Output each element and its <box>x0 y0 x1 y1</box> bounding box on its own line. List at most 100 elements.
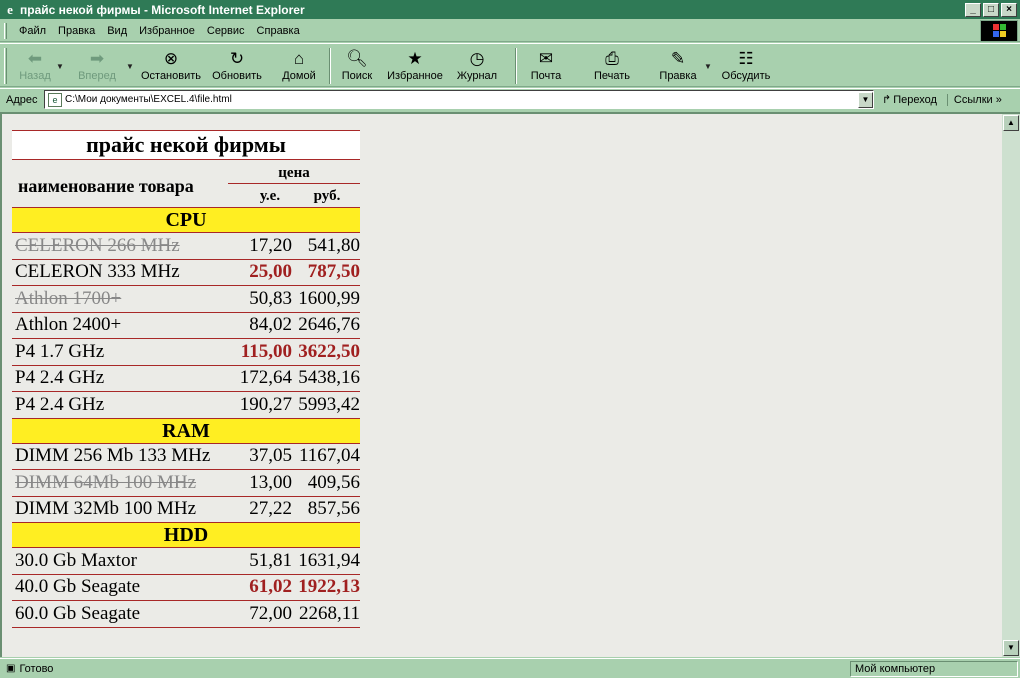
price-rub: 3622,50 <box>298 340 360 362</box>
discuss-button[interactable]: ☷ Обсудить <box>719 44 773 84</box>
back-button[interactable]: ⬅ Назад <box>15 44 55 84</box>
menu-tools[interactable]: Сервис <box>201 23 251 39</box>
product-name: DIMM 64Mb 100 MHz <box>15 471 197 493</box>
product-name: DIMM 32Mb 100 MHz <box>15 498 197 519</box>
standard-toolbar: ⬅ Назад ▼ ➡ Вперед ▼ ⊗ Остановить ↻ Обно… <box>0 43 1020 87</box>
scroll-up-button[interactable]: ▲ <box>1003 115 1019 131</box>
table-row: DIMM 32Mb 100 MHz 27,22 857,56 <box>12 497 360 523</box>
maximize-button[interactable]: □ <box>983 2 999 17</box>
close-button[interactable]: × <box>1001 2 1017 17</box>
stop-icon: ⊗ <box>163 49 179 68</box>
product-name: P4 1.7 GHz <box>15 340 105 362</box>
history-button[interactable]: ◷ Журнал <box>455 44 499 84</box>
home-button[interactable]: ⌂ Домой <box>275 44 323 84</box>
price-rub: 857,56 <box>307 498 360 519</box>
table-row: P4 1.7 GHz 115,00 3622,50 <box>12 339 360 366</box>
toolbar-separator <box>329 48 331 84</box>
links-button[interactable]: Ссылки » <box>946 93 1002 106</box>
forward-button[interactable]: ➡ Вперед <box>69 44 125 84</box>
print-button[interactable]: ⎙ Печать <box>591 44 633 84</box>
price-ue: 51,81 <box>249 549 292 571</box>
favorites-folder-icon: ★ <box>407 49 423 68</box>
table-row: CELERON 333 MHz 25,00 787,50 <box>12 260 360 286</box>
table-row: 40.0 Gb Seagate 61,02 1922,13 <box>12 575 360 601</box>
scroll-down-button[interactable]: ▼ <box>1003 640 1019 656</box>
search-button[interactable]: 🔍︎ Поиск <box>337 44 377 84</box>
price-ue: 37,05 <box>249 445 292 466</box>
price-title: прайс некой фирмы <box>12 130 360 160</box>
chevron-right-icon: » <box>995 93 1002 106</box>
page-icon: e <box>48 92 62 107</box>
back-dropdown-icon[interactable]: ▼ <box>55 62 65 71</box>
menu-grip[interactable] <box>4 22 7 39</box>
window-title: прайс некой фирмы - Microsoft Internet E… <box>20 2 305 17</box>
price-ue: 50,83 <box>249 287 292 309</box>
price-rub: 541,80 <box>307 234 360 256</box>
stop-button[interactable]: ⊗ Остановить <box>139 44 203 84</box>
price-ue: 17,20 <box>249 234 292 256</box>
go-button[interactable]: ↱ Переход <box>882 93 937 107</box>
price-table: прайс некой фирмы наименование товара це… <box>12 130 360 628</box>
price-rub: 787,50 <box>307 261 360 282</box>
price-ue: 172,64 <box>239 367 292 388</box>
go-arrow-icon: ↱ <box>882 94 892 106</box>
edit-button[interactable]: ✎ Правка <box>655 44 701 84</box>
browser-window: e прайс некой фирмы - Microsoft Internet… <box>0 0 1020 678</box>
column-header-price: цена <box>228 162 360 184</box>
price-rub: 5438,16 <box>298 367 360 388</box>
price-ue: 13,00 <box>249 471 292 493</box>
forward-dropdown-icon[interactable]: ▼ <box>125 62 135 71</box>
address-url[interactable]: C:\Мои документы\EXCEL.4\file.html <box>65 94 858 105</box>
menu-view[interactable]: Вид <box>101 23 133 39</box>
product-name: CELERON 266 MHz <box>15 234 180 256</box>
price-rub: 1600,99 <box>298 287 360 309</box>
menu-help[interactable]: Справка <box>251 23 306 39</box>
price-rub: 5993,42 <box>298 393 360 415</box>
edit-dropdown-icon[interactable]: ▼ <box>703 62 713 71</box>
discuss-icon: ☷ <box>738 49 754 68</box>
price-ue: 61,02 <box>249 576 292 597</box>
price-ue: 27,22 <box>249 498 292 519</box>
price-rub: 1167,04 <box>298 445 360 466</box>
column-header-rub: руб. <box>313 188 341 204</box>
minimize-button[interactable]: _ <box>965 2 981 17</box>
product-name: CELERON 333 MHz <box>15 261 180 282</box>
edit-icon: ✎ <box>670 49 686 68</box>
product-name: 30.0 Gb Maxtor <box>15 549 137 571</box>
address-input[interactable]: e C:\Мои документы\EXCEL.4\file.html ▼ <box>44 90 874 109</box>
category-header: RAM <box>12 417 360 444</box>
vertical-scrollbar[interactable]: ▲ ▼ <box>1002 112 1020 657</box>
column-header-ue: у.е. <box>259 188 281 204</box>
mail-button[interactable]: ✉ Почта <box>527 44 565 84</box>
menu-edit[interactable]: Правка <box>52 23 101 39</box>
address-label: Адрес <box>6 93 38 106</box>
toolbar-separator <box>515 48 517 84</box>
price-rub: 1922,13 <box>298 576 360 597</box>
toolbar-grip[interactable] <box>4 48 7 84</box>
menu-favorites[interactable]: Избранное <box>133 23 201 39</box>
title-bar: e прайс некой фирмы - Microsoft Internet… <box>0 0 1020 19</box>
printer-icon: ⎙ <box>605 49 619 68</box>
table-row: DIMM 256 Mb 133 MHz 37,05 1167,04 <box>12 444 360 470</box>
favorites-button[interactable]: ★ Избранное <box>385 44 445 84</box>
price-ue: 72,00 <box>249 602 292 624</box>
price-ue: 190,27 <box>239 393 292 415</box>
windows-logo-icon <box>980 20 1018 42</box>
status-text: Готово <box>19 662 54 675</box>
search-icon: 🔍︎ <box>346 49 368 68</box>
menu-file[interactable]: Файл <box>13 23 52 39</box>
back-arrow-icon: ⬅ <box>27 49 43 68</box>
table-header: наименование товара цена у.е. руб. <box>12 160 360 208</box>
page-done-icon: ▣ <box>6 663 16 674</box>
status-bar: ▣ Готово Мой компьютер <box>0 658 1020 678</box>
table-row: P4 2.4 GHz 172,64 5438,16 <box>12 366 360 392</box>
table-row: Athlon 1700+ 50,83 1600,99 <box>12 286 360 313</box>
product-name: 40.0 Gb Seagate <box>15 576 141 597</box>
price-ue: 115,00 <box>240 340 292 362</box>
address-dropdown-button[interactable]: ▼ <box>858 91 873 108</box>
table-row: DIMM 64Mb 100 MHz 13,00 409,56 <box>12 470 360 497</box>
price-ue: 25,00 <box>249 261 292 282</box>
refresh-button[interactable]: ↻ Обновить <box>209 44 265 84</box>
category-header: HDD <box>12 522 360 548</box>
refresh-icon: ↻ <box>229 49 245 68</box>
